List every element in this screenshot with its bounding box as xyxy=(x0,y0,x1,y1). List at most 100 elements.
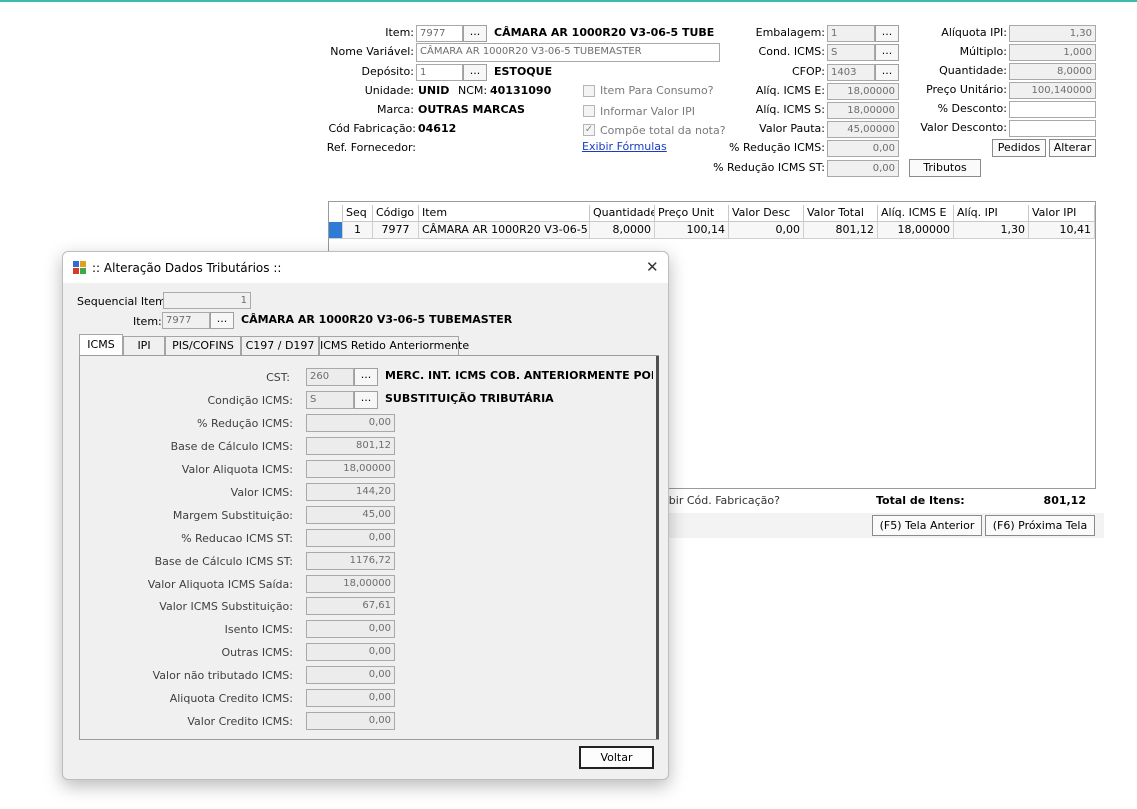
valor-aliquota-icms-field[interactable]: 18,00000 xyxy=(306,460,395,478)
deposito-name: ESTOQUE xyxy=(494,65,553,78)
icms-tab-panel: CST: 260 ... MERC. INT. ICMS COB. ANTERI… xyxy=(79,355,659,740)
aliquota-credito-icms-field[interactable]: 0,00 xyxy=(306,689,395,707)
cell-preco-unit: 100,14 xyxy=(655,222,729,239)
close-icon[interactable]: ✕ xyxy=(646,258,659,276)
preco-unitario-field[interactable]: 100,140000 xyxy=(1009,82,1096,99)
cell-codigo: 7977 xyxy=(373,222,419,239)
col-quantidade[interactable]: Quantidade xyxy=(590,205,655,222)
sequencial-label: Sequencial Item: xyxy=(77,295,170,308)
cond-icms-field[interactable]: S xyxy=(827,44,875,61)
outras-icms-field[interactable]: 0,00 xyxy=(306,643,395,661)
valor-aliquota-icms-saida-field[interactable]: 18,00000 xyxy=(306,575,395,593)
isento-icms-field[interactable]: 0,00 xyxy=(306,620,395,638)
item-consumo-checkbox[interactable] xyxy=(583,85,595,97)
cond-icms-label: Cond. ICMS: xyxy=(758,45,825,58)
tab-icms[interactable]: ICMS xyxy=(79,334,123,356)
valor-nao-tributado-icms-field[interactable]: 0,00 xyxy=(306,666,395,684)
item-search-button[interactable]: ... xyxy=(463,25,487,42)
valor-pauta-field[interactable]: 45,00000 xyxy=(827,121,899,138)
proxima-tela-button[interactable]: (F6) Próxima Tela xyxy=(985,515,1095,536)
valor-nao-tributado-icms-label: Valor não tributado ICMS: xyxy=(152,669,293,682)
cfop-search-button[interactable]: ... xyxy=(875,64,899,81)
base-calculo-icms-field[interactable]: 801,12 xyxy=(306,437,395,455)
marca-label: Marca: xyxy=(376,103,414,116)
cst-search-button[interactable]: ... xyxy=(354,368,378,386)
deposito-code-field[interactable]: 1 xyxy=(416,64,463,81)
deposito-search-button[interactable]: ... xyxy=(463,64,487,81)
total-itens-label: Total de Itens: xyxy=(876,494,965,507)
col-seq[interactable]: Seq xyxy=(343,205,373,222)
cond-icms-search-button[interactable]: ... xyxy=(875,44,899,61)
col-codigo[interactable]: Código xyxy=(373,205,419,222)
base-calculo-icms-st-field[interactable]: 1176,72 xyxy=(306,552,395,570)
reducao-icms-label: % Redução ICMS: xyxy=(197,417,293,430)
aliq-icms-s-field[interactable]: 18,00000 xyxy=(827,102,899,119)
pct-desconto-field[interactable] xyxy=(1009,101,1096,118)
valor-icms-label: Valor ICMS: xyxy=(230,486,293,499)
reducao-icms-st-field[interactable]: 0,00 xyxy=(306,529,395,547)
aliq-icms-e-field[interactable]: 18,00000 xyxy=(827,83,899,100)
embalagem-search-button[interactable]: ... xyxy=(875,25,899,42)
col-aliq-icms-e[interactable]: Alíq. ICMS E xyxy=(878,205,954,222)
alterar-button[interactable]: Alterar xyxy=(1049,139,1096,157)
nome-variavel-field[interactable]: CÂMARA AR 1000R20 V3-06-5 TUBEMASTER xyxy=(416,43,720,62)
tributos-button[interactable]: Tributos xyxy=(909,159,981,177)
valor-icms-substituicao-field[interactable]: 67,61 xyxy=(306,597,395,615)
reducao-icms-label: % Redução ICMS: xyxy=(729,141,825,154)
dialog-item-search-button[interactable]: ... xyxy=(210,312,234,329)
exibir-formulas-link[interactable]: Exibir Fórmulas xyxy=(582,140,667,153)
col-aliq-ipi[interactable]: Alíq. IPI xyxy=(954,205,1029,222)
tab-icms-retido[interactable]: ICMS Retido Anteriormente xyxy=(319,336,469,356)
marca-value: OUTRAS MARCAS xyxy=(418,103,525,116)
cell-seq: 1 xyxy=(343,222,373,239)
app-window-icon xyxy=(73,261,86,274)
reducao-icms-st-label: % Reducao ICMS ST: xyxy=(181,532,293,545)
tax-data-dialog: :: Alteração Dados Tributários :: ✕ Sequ… xyxy=(62,251,669,780)
dialog-title: :: Alteração Dados Tributários :: xyxy=(92,261,282,275)
base-calculo-icms-st-label: Base de Cálculo ICMS ST: xyxy=(154,555,293,568)
col-valor-desc[interactable]: Valor Desc xyxy=(729,205,804,222)
col-valor-ipi[interactable]: Valor IPI xyxy=(1029,205,1095,222)
aliq-icms-e-label: Alíq. ICMS E: xyxy=(755,84,825,97)
tela-anterior-button[interactable]: (F5) Tela Anterior xyxy=(872,515,982,536)
row-selector[interactable] xyxy=(329,222,343,239)
margem-substituicao-field[interactable]: 45,00 xyxy=(306,506,395,524)
tab-c197-d197[interactable]: C197 / D197 xyxy=(241,336,319,356)
reducao-icms-st-field[interactable]: 0,00 xyxy=(827,160,899,177)
compoe-total-label: Compõe total da nota? xyxy=(600,124,726,137)
sequencial-field[interactable]: 1 xyxy=(163,292,251,309)
unidade-label: Unidade: xyxy=(364,84,414,97)
reducao-icms-field[interactable]: 0,00 xyxy=(306,414,395,432)
voltar-button[interactable]: Voltar xyxy=(579,746,654,769)
tab-ipi[interactable]: IPI xyxy=(123,336,165,356)
embalagem-field[interactable]: 1 xyxy=(827,25,875,42)
col-preco-unit[interactable]: Preço Unit xyxy=(655,205,729,222)
cst-field[interactable]: 260 xyxy=(306,368,354,386)
tab-pis-cofins[interactable]: PIS/COFINS xyxy=(165,336,241,356)
valor-credito-icms-field[interactable]: 0,00 xyxy=(306,712,395,730)
col-item[interactable]: Item xyxy=(419,205,590,222)
informar-ipi-checkbox[interactable] xyxy=(583,105,595,117)
item-consumo-label: Item Para Consumo? xyxy=(600,84,714,97)
valor-pauta-label: Valor Pauta: xyxy=(759,122,825,135)
condicao-icms-search-button[interactable]: ... xyxy=(354,391,378,409)
margem-substituicao-label: Margem Substituição: xyxy=(172,509,293,522)
quantidade-field[interactable]: 8,0000 xyxy=(1009,63,1096,80)
compoe-total-checkbox[interactable]: ✓ xyxy=(583,124,595,136)
dialog-titlebar[interactable]: :: Alteração Dados Tributários :: ✕ xyxy=(63,252,668,283)
valor-desconto-field[interactable] xyxy=(1009,120,1096,137)
multiplo-field[interactable]: 1,000 xyxy=(1009,44,1096,61)
aliquota-ipi-field[interactable]: 1,30 xyxy=(1009,25,1096,42)
cfop-field[interactable]: 1403 xyxy=(827,64,875,81)
col-valor-total[interactable]: Valor Total xyxy=(804,205,878,222)
isento-icms-label: Isento ICMS: xyxy=(224,623,293,636)
reducao-icms-field[interactable]: 0,00 xyxy=(827,140,899,157)
valor-icms-field[interactable]: 144,20 xyxy=(306,483,395,501)
pedidos-button[interactable]: Pedidos xyxy=(992,139,1046,157)
item-code-field[interactable]: 7977 xyxy=(416,25,463,42)
condicao-icms-field[interactable]: S xyxy=(306,391,354,409)
grid-header: Seq Código Item Quantidade Preço Unit Va… xyxy=(329,205,1095,222)
valor-credito-icms-label: Valor Credito ICMS: xyxy=(187,715,293,728)
dialog-item-code-field[interactable]: 7977 xyxy=(162,312,210,329)
condicao-icms-label: Condição ICMS: xyxy=(207,394,293,407)
